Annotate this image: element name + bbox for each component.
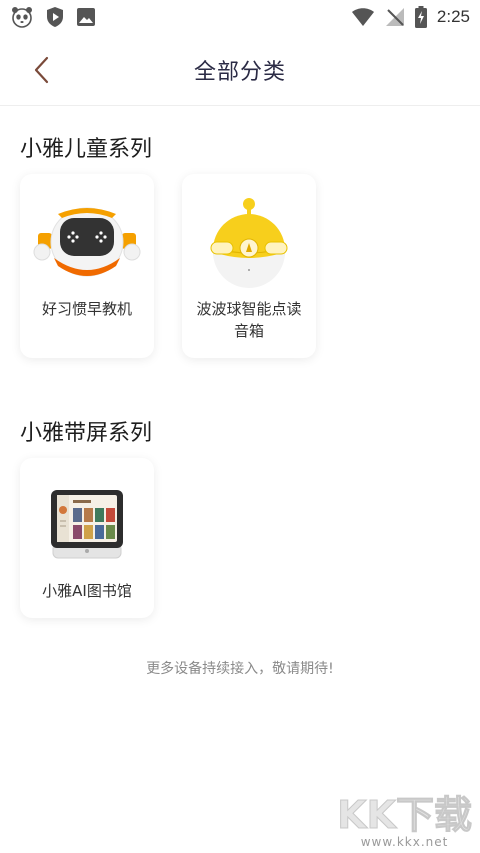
section-title-kids: 小雅儿童系列 <box>20 137 153 162</box>
device-label: 好习惯早教机 <box>41 300 132 318</box>
battery-charging-icon <box>414 6 427 28</box>
robot-device-image <box>20 192 154 292</box>
clock-time: 2:25 <box>436 7 470 26</box>
watermark-brand: KK下载 <box>337 793 473 837</box>
watermark-url: www.kkx.net <box>360 835 449 849</box>
screen-device-image <box>20 474 154 574</box>
device-label: 小雅AI图书馆 <box>42 582 132 600</box>
device-card-habit-learning-machine[interactable]: 好习惯早教机 <box>20 174 154 358</box>
more-devices-note: 更多设备持续接入，敬请期待! <box>146 661 334 677</box>
no-signal-icon <box>385 7 405 27</box>
shield-play-icon <box>45 6 65 28</box>
status-bar: 2:25 <box>0 0 480 34</box>
kkx-watermark: KK下载 www.kkx.net <box>337 793 473 850</box>
top-bar: 全部分类 <box>0 34 480 106</box>
page-title: 全部分类 <box>193 60 286 85</box>
device-card-bobo-ball-reading-speaker[interactable]: 波波球智能点读音箱 <box>182 174 316 358</box>
yellow-ball-device-image <box>182 192 316 292</box>
device-card-ai-library[interactable]: 小雅AI图书馆 <box>20 458 154 618</box>
image-icon <box>76 7 96 27</box>
panda-app-icon <box>10 5 34 29</box>
wifi-icon <box>351 7 375 27</box>
section-title-screen: 小雅带屏系列 <box>20 421 153 446</box>
device-label: 波波球智能点读音箱 <box>196 300 302 340</box>
